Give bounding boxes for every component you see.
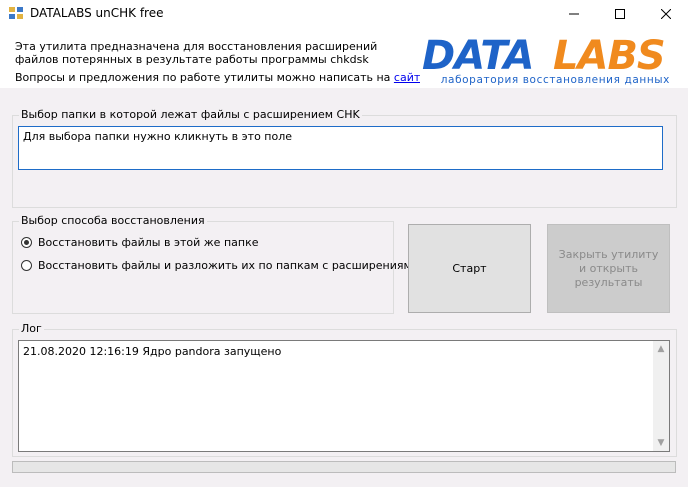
minimize-icon <box>569 13 579 14</box>
app-icon <box>9 7 23 19</box>
progress-bar <box>12 461 676 473</box>
header: Эта утилита предназначена для восстановл… <box>0 27 688 88</box>
logo-tagline: лаборатория восстановления данных <box>441 74 670 86</box>
radio-checked-icon[interactable] <box>21 237 32 248</box>
method-groupbox: Выбор способа восстановления Восстановит… <box>12 214 419 314</box>
radio-option-label: Восстановить файлы и разложить их по пап… <box>38 259 419 272</box>
folder-group-label: Выбор папки в которой лежат файлы с расш… <box>19 108 362 121</box>
contact-line: Вопросы и предложения по работе утилиты … <box>15 71 427 84</box>
log-line: 21.08.2020 12:16:19 Ядро pandora запущен… <box>23 345 282 358</box>
app-window: DATALABS unCHK free Эта утилита предназн… <box>0 0 688 487</box>
minimize-button[interactable] <box>551 0 597 27</box>
log-groupbox: Лог 21.08.2020 12:16:19 Ядро pandora зап… <box>12 322 677 457</box>
maximize-button[interactable] <box>597 0 643 27</box>
window-title: DATALABS unCHK free <box>30 6 164 20</box>
radio-option-by-extension[interactable]: Восстановить файлы и разложить их по пап… <box>21 259 419 272</box>
client-area: Выбор папки в которой лежат файлы с расш… <box>0 88 688 487</box>
datalabs-logo: DATA LABS лаборатория восстановления дан… <box>420 33 678 86</box>
radio-option-same-folder[interactable]: Восстановить файлы в этой же папке <box>21 236 258 249</box>
scroll-up-icon[interactable]: ▲ <box>653 341 669 357</box>
close-button[interactable] <box>643 0 688 27</box>
log-scrollbar[interactable]: ▲ ▼ <box>653 341 669 451</box>
folder-groupbox: Выбор папки в которой лежат файлы с расш… <box>12 108 677 208</box>
close-icon <box>661 8 671 19</box>
method-group-label: Выбор способа восстановления <box>19 214 207 227</box>
log-group-label: Лог <box>19 322 44 335</box>
start-button[interactable]: Старт <box>408 224 531 313</box>
radio-option-label: Восстановить файлы в этой же папке <box>38 236 259 249</box>
close-and-open-results-button[interactable]: Закрыть утилиту и открыть результаты <box>547 224 670 313</box>
maximize-icon <box>615 8 625 19</box>
utility-description: Эта утилита предназначена для восстановл… <box>15 40 378 66</box>
radio-unchecked-icon[interactable] <box>21 260 32 271</box>
folder-select-field[interactable]: Для выбора папки нужно кликнуть в это по… <box>18 126 663 170</box>
title-bar: DATALABS unCHK free <box>0 0 688 27</box>
contact-text: Вопросы и предложения по работе утилиты … <box>15 71 391 84</box>
log-textarea[interactable]: 21.08.2020 12:16:19 Ядро pandora запущен… <box>18 340 670 452</box>
scroll-down-icon[interactable]: ▼ <box>653 435 669 451</box>
